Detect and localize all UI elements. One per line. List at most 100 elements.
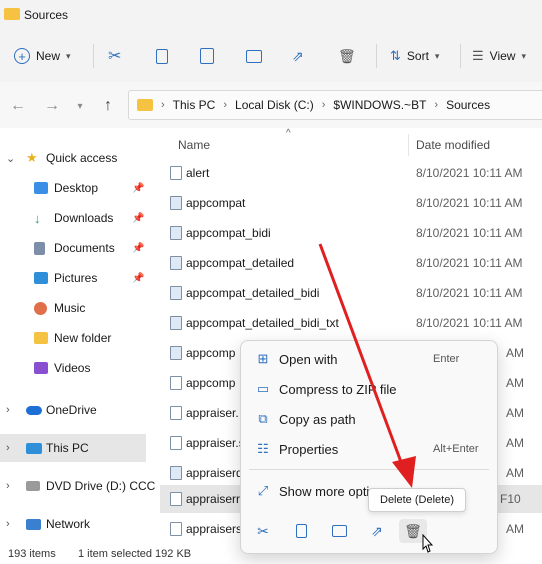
forward-button[interactable]: → <box>42 96 62 116</box>
pin-icon: 📌 <box>132 242 145 254</box>
cut-button[interactable]: ✂ <box>108 42 121 70</box>
share-action-button[interactable]: ⇗ <box>363 519 391 543</box>
file-date: AM <box>506 436 524 450</box>
file-date: AM <box>506 346 524 360</box>
sidebar-item-network[interactable]: › Network <box>0 510 146 538</box>
document-icon <box>34 241 45 255</box>
file-row[interactable]: appcompat_bidi 8/10/2021 10:11 AM <box>160 219 542 247</box>
file-date: F10 <box>500 492 521 506</box>
file-row[interactable]: appcompat_detailed_bidi 8/10/2021 10:11 A… <box>160 279 542 307</box>
sidebar-item-desktop[interactable]: Desktop 📌 <box>0 174 146 202</box>
expand-icon: ⤢ <box>257 483 269 498</box>
sidebar-item-label: Videos <box>54 361 91 375</box>
cut-action-button[interactable]: ✂ <box>249 519 277 543</box>
file-icon <box>170 166 182 180</box>
menu-item-copy-as-path[interactable]: ⧉ Copy as path <box>247 405 491 433</box>
paste-button[interactable] <box>200 42 214 70</box>
address-bar: ← → ▾ ↑ › This PC › Local Disk (C:) › $W… <box>0 82 542 128</box>
copy-action-button[interactable] <box>287 519 315 543</box>
file-date: 8/10/2021 10:11 AM <box>416 196 523 210</box>
download-icon: ↓ <box>34 210 41 226</box>
sidebar-item-quick-access[interactable]: ⌄ ★ Quick access <box>0 144 146 172</box>
file-name: appraisers <box>186 522 243 536</box>
delete-button[interactable]: 🗑 <box>338 42 356 70</box>
folder-icon <box>4 8 20 20</box>
sort-label: Sort <box>406 49 429 63</box>
file-date: 8/10/2021 10:11 AM <box>416 166 523 180</box>
file-name: appraiser.s <box>186 436 245 450</box>
menu-divider <box>249 469 489 470</box>
rename-action-button[interactable] <box>325 519 353 543</box>
breadcrumb[interactable]: › This PC › Local Disk (C:) › $WINDOWS.~… <box>128 90 542 120</box>
config-file-icon <box>170 286 182 300</box>
trash-icon: 🗑 <box>338 47 356 64</box>
scissors-icon: ✂ <box>108 48 122 65</box>
view-button[interactable]: ☰ View ▾ <box>472 42 526 70</box>
sidebar-item-label: OneDrive <box>46 403 97 417</box>
file-row[interactable]: appcompat 8/10/2021 10:11 AM <box>160 189 542 217</box>
column-header-name[interactable]: Name <box>178 138 210 152</box>
file-row[interactable]: alert 8/10/2021 10:11 AM <box>160 159 542 187</box>
menu-item-label: Copy as path <box>279 412 356 427</box>
chevron-right-icon: › <box>434 99 439 111</box>
rename-icon <box>246 49 262 63</box>
rename-button[interactable] <box>246 42 262 70</box>
menu-item-label: Open with <box>279 352 338 367</box>
toolbar-divider <box>376 44 377 68</box>
column-header-date-modified[interactable]: Date modified <box>416 138 490 152</box>
breadcrumb-local-disk[interactable]: Local Disk (C:) <box>235 98 314 112</box>
copy-button[interactable] <box>156 42 168 70</box>
zip-folder-icon: ▭ <box>256 381 270 396</box>
file-date: 8/10/2021 10:11 AM <box>416 256 523 270</box>
sidebar-item-label: Pictures <box>54 271 98 285</box>
menu-item-properties[interactable]: ☷ Properties Alt+Enter <box>247 435 491 463</box>
sidebar-item-onedrive[interactable]: › OneDrive <box>0 396 146 424</box>
menu-item-compress-zip[interactable]: ▭ Compress to ZIP file <box>247 375 491 403</box>
sidebar-item-pictures[interactable]: Pictures 📌 <box>0 264 146 292</box>
file-name: appcomp <box>186 346 236 360</box>
column-divider[interactable] <box>408 134 409 156</box>
file-icon <box>170 492 182 506</box>
share-button[interactable]: ⇗ <box>292 42 304 70</box>
file-row[interactable]: appcompat_detailed_bidi_txt 8/10/2021 10:… <box>160 309 542 337</box>
sidebar-item-music[interactable]: Music <box>0 294 146 322</box>
sidebar-item-label: DVD Drive (D:) CCC <box>46 479 156 493</box>
folder-icon <box>34 332 48 344</box>
breadcrumb-sources[interactable]: Sources <box>446 98 490 112</box>
new-button[interactable]: + New ▾ <box>14 42 71 70</box>
sidebar-item-new-folder[interactable]: New folder <box>0 324 146 352</box>
sidebar-item-this-pc[interactable]: › This PC <box>0 434 146 462</box>
sidebar-item-downloads[interactable]: ↓ Downloads 📌 <box>0 204 146 232</box>
share-icon: ⇗ <box>292 47 304 64</box>
title-bar: Sources <box>0 0 542 30</box>
chevron-down-icon: ▾ <box>66 50 71 61</box>
back-button[interactable]: ← <box>8 96 28 116</box>
arrow-left-icon: ← <box>10 97 26 114</box>
selection-info: 1 item selected 192 KB <box>78 548 192 560</box>
sort-icon: ⇅ <box>390 48 401 63</box>
config-file-icon <box>170 316 182 330</box>
context-action-bar: ✂ ⇗ 🗑 <box>241 511 497 551</box>
properties-icon: ☷ <box>257 441 269 456</box>
sidebar-item-videos[interactable]: Videos <box>0 354 146 382</box>
plus-circle-icon: + <box>14 48 30 64</box>
copy-path-icon: ⧉ <box>258 411 268 426</box>
menu-item-open-with[interactable]: ⊞ Open with Enter <box>247 345 491 373</box>
up-button[interactable]: ↑ <box>98 96 118 116</box>
file-name: appcompat_detailed <box>186 256 295 270</box>
sidebar-item-documents[interactable]: Documents 📌 <box>0 234 146 262</box>
recent-dropdown[interactable]: ▾ <box>70 96 90 116</box>
network-icon <box>26 518 41 530</box>
breadcrumb-windows-bt[interactable]: $WINDOWS.~BT <box>333 98 426 112</box>
view-label: View <box>489 49 516 63</box>
chevron-right-icon: › <box>6 480 10 492</box>
sidebar-item-dvd-drive[interactable]: › DVD Drive (D:) CCC <box>0 472 155 500</box>
chevron-down-icon: ▾ <box>77 100 83 112</box>
sort-button[interactable]: ⇅ Sort ▾ <box>390 42 439 70</box>
item-count: 193 items <box>8 548 56 560</box>
breadcrumb-this-pc[interactable]: This PC <box>173 98 216 112</box>
chevron-down-icon: ▾ <box>521 50 526 61</box>
file-date: 8/10/2021 10:11 AM <box>416 316 523 330</box>
file-row[interactable]: appcompat_detailed 8/10/2021 10:11 AM <box>160 249 542 277</box>
copy-icon <box>156 48 168 64</box>
